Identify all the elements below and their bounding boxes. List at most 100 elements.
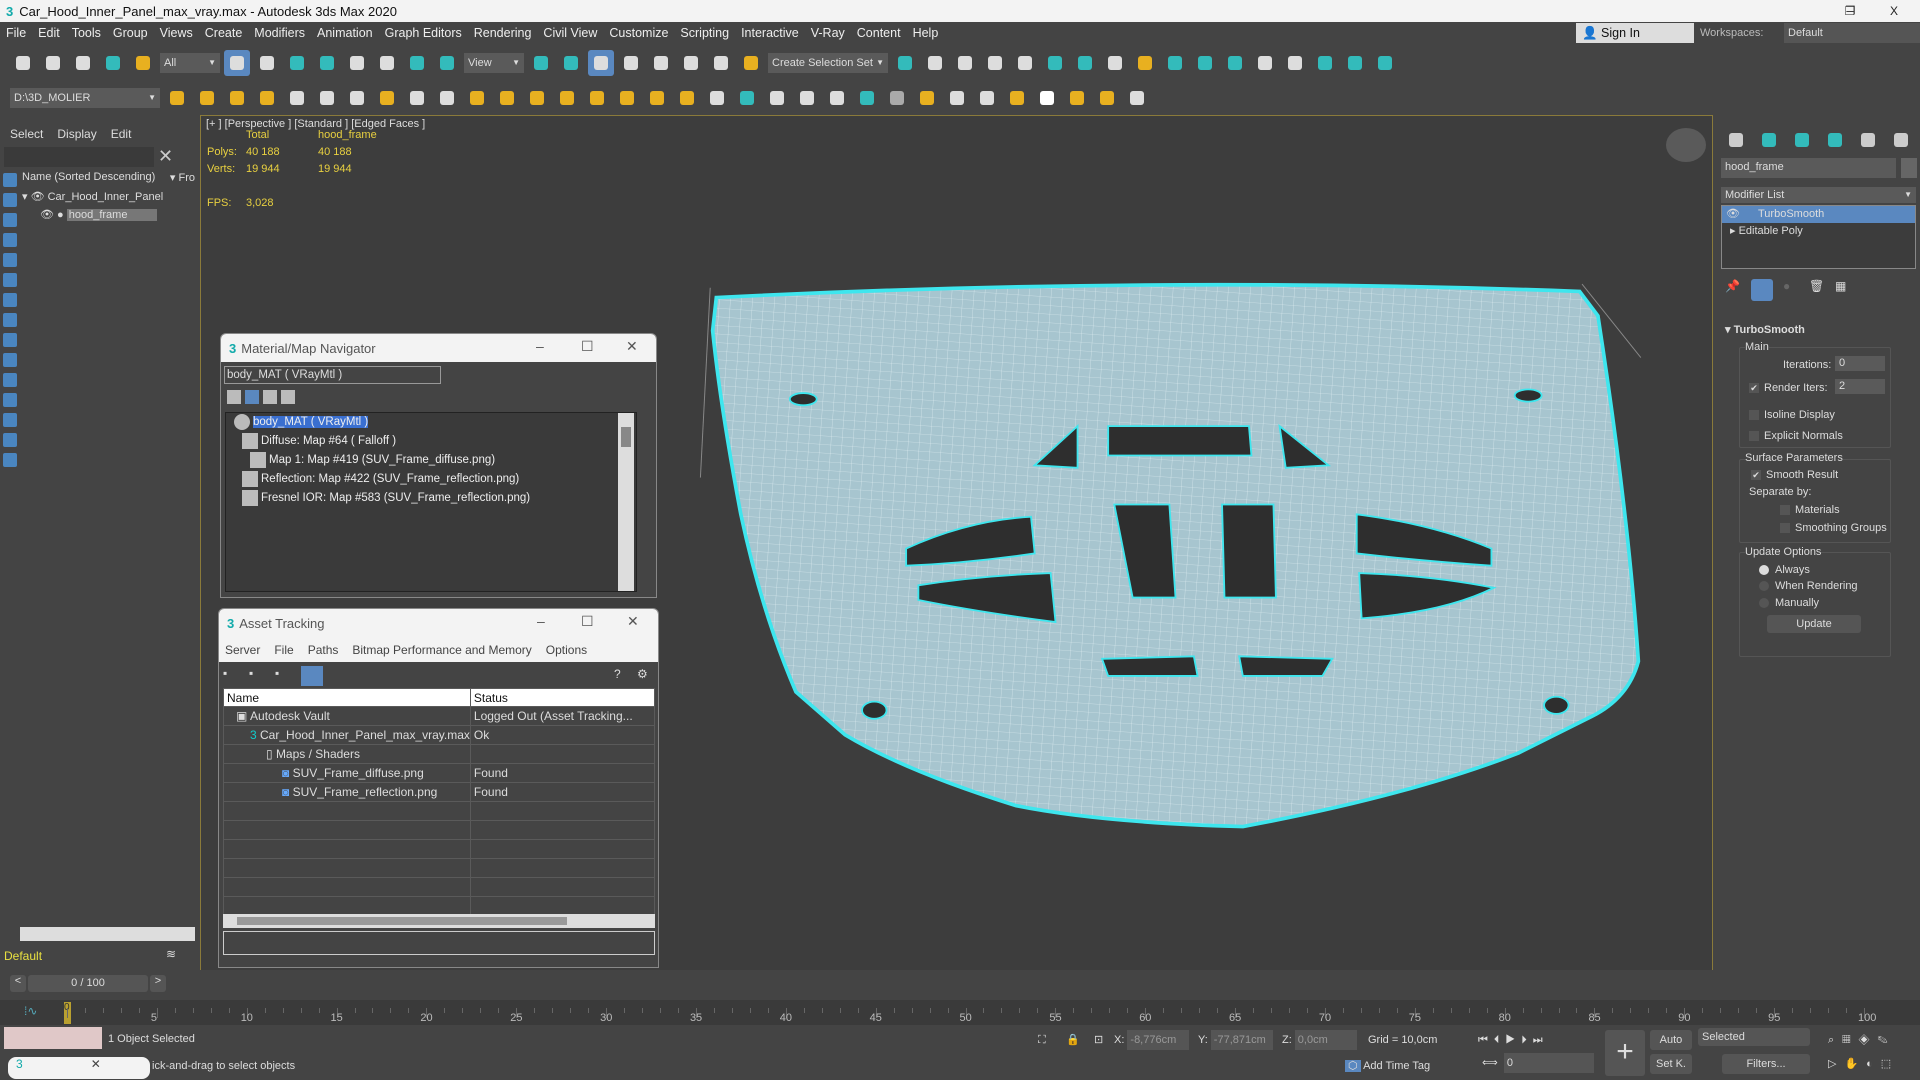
vray-lister-icon[interactable] [1372, 50, 1398, 76]
named-sets-icon[interactable] [738, 50, 764, 76]
vray-grass-icon[interactable] [824, 85, 850, 111]
percent-snap-icon[interactable] [678, 50, 704, 76]
auto-key-button[interactable]: Auto [1650, 1030, 1692, 1050]
sign-in-dropdown[interactable]: 👤 Sign In [1576, 23, 1694, 43]
table-view-icon[interactable] [301, 666, 323, 686]
rollout-turbosmooth[interactable]: ▾ TurboSmooth [1725, 323, 1805, 336]
display-none-icon[interactable] [3, 173, 17, 187]
menu-group[interactable]: Group [107, 26, 154, 40]
small-icons-icon[interactable] [263, 390, 277, 404]
script-icon[interactable] [254, 85, 280, 111]
stack-item-turbosmooth[interactable]: 👁 TurboSmooth [1722, 206, 1915, 223]
layer-explorer-icon[interactable] [952, 50, 978, 76]
add-time-tag-icon[interactable]: ⬡ [1345, 1060, 1361, 1072]
maximize-button[interactable]: ☐ [581, 613, 594, 630]
explicit-normals-checkbox[interactable]: Explicit Normals [1749, 430, 1843, 442]
vray-ipr-icon[interactable] [1312, 50, 1338, 76]
add-time-tag-label[interactable]: Add Time Tag [1363, 1060, 1430, 1072]
iterations-spinner[interactable]: 0 [1835, 356, 1885, 371]
minimize-button[interactable]: – [537, 613, 545, 629]
menu-modifiers[interactable]: Modifiers [248, 26, 311, 40]
menu-views[interactable]: Views [154, 26, 199, 40]
render-iters-spinner[interactable]: 2 [1835, 379, 1885, 394]
vray-multi-icon[interactable] [914, 85, 940, 111]
scene-item-hood-frame[interactable]: 👁 ● hood_frame [22, 207, 197, 223]
menu-animation[interactable]: Animation [311, 26, 379, 40]
display-xrefs-icon[interactable] [3, 333, 17, 347]
forest-icon[interactable] [1064, 85, 1090, 111]
maximize-button[interactable]: ☐ [581, 338, 594, 355]
utilities-tab-icon[interactable] [1888, 127, 1914, 153]
display-groups-icon[interactable] [3, 313, 17, 327]
show-end-result-icon[interactable] [1751, 279, 1773, 301]
filter-dropdown[interactable]: All [160, 52, 220, 73]
asset-tracking-titlebar[interactable]: 3 Asset Tracking – ☐ ✕ [219, 609, 658, 637]
move-icon[interactable] [344, 50, 370, 76]
scene-menu-display[interactable]: Display [57, 127, 96, 141]
column-name[interactable]: Name [223, 688, 471, 707]
menu-server[interactable]: Server [225, 643, 260, 657]
bind-spacewarp-icon[interactable] [130, 50, 156, 76]
current-frame-field[interactable]: 0 [1503, 1053, 1594, 1073]
modify-tab-icon[interactable] [1756, 127, 1782, 153]
workspace-dropdown[interactable]: Default [1784, 23, 1920, 43]
display-spacewarps-icon[interactable] [3, 293, 17, 307]
spinner-snap-icon[interactable] [708, 50, 734, 76]
materials-checkbox[interactable]: Materials [1780, 504, 1840, 516]
material-navigator-titlebar[interactable]: 3 Material/Map Navigator – ☐ ✕ [221, 334, 656, 362]
y-coordinate-field[interactable]: -77,871cm [1210, 1030, 1273, 1050]
manipulate-icon[interactable] [558, 50, 584, 76]
window-crossing-icon[interactable] [314, 50, 340, 76]
material-editor-icon[interactable] [1102, 50, 1128, 76]
menu-file[interactable]: File [0, 26, 32, 40]
menu-bitmap-performance[interactable]: Bitmap Performance and Memory [352, 643, 531, 657]
isoline-display-checkbox[interactable]: Isoline Display [1749, 409, 1835, 421]
key-filter-dropdown[interactable]: Selected [1698, 1028, 1810, 1046]
viewcube-icon[interactable] [1666, 128, 1706, 162]
menu-edit[interactable]: Edit [32, 26, 66, 40]
ribbon-icon[interactable] [982, 50, 1008, 76]
open-folder-icon[interactable] [194, 85, 220, 111]
vray-converter-icon[interactable] [1004, 85, 1030, 111]
set-key-big-button[interactable]: + [1605, 1030, 1645, 1076]
asset-path-field[interactable] [223, 931, 655, 955]
vray-decal-icon[interactable] [794, 85, 820, 111]
rotate-icon[interactable] [374, 50, 400, 76]
vray-scene-icon[interactable] [1342, 50, 1368, 76]
display-cameras-icon[interactable] [3, 253, 17, 267]
menu-file[interactable]: File [274, 643, 293, 657]
column-status[interactable]: Status [469, 688, 656, 707]
menu-vray[interactable]: V-Ray [805, 26, 851, 40]
absolute-mode-icon[interactable]: ⊡ [1094, 1030, 1103, 1050]
eye-icon[interactable]: 👁 [1726, 206, 1740, 223]
rect-region-icon[interactable] [284, 50, 310, 76]
column-header[interactable]: Name (Sorted Descending) ▾ Fro [22, 171, 197, 187]
tree-item-map1[interactable]: Map 1: Map #419 (SUV_Frame_diffuse.png) [250, 451, 495, 469]
select-object-icon[interactable] [224, 49, 250, 76]
vray-sky-icon[interactable] [674, 85, 700, 111]
tree-item-fresnel-ior[interactable]: Fresnel IOR: Map #583 (SUV_Frame_reflect… [242, 489, 530, 507]
menu-civil-view[interactable]: Civil View [537, 26, 603, 40]
sphere-icon[interactable] [314, 85, 340, 111]
tree-item-reflection[interactable]: Reflection: Map #422 (SUV_Frame_reflecti… [242, 470, 519, 488]
vray-volume-icon[interactable] [854, 85, 880, 111]
project-icon[interactable] [164, 85, 190, 111]
vray-light-dome-icon[interactable] [494, 85, 520, 111]
scene-search-input[interactable] [4, 147, 154, 167]
large-icons-icon[interactable] [281, 390, 295, 404]
placement-icon[interactable] [434, 50, 460, 76]
tree-view-icon[interactable] [245, 390, 259, 404]
table-row[interactable]: 3 Car_Hood_Inner_Panel_max_vray.max Ok [223, 725, 656, 745]
vray-light-plane-icon[interactable] [464, 85, 490, 111]
table-row[interactable]: ▯ Maps / Shaders [223, 744, 656, 764]
close-button[interactable]: ✕ [626, 338, 638, 355]
display-geometry-icon[interactable] [3, 193, 17, 207]
vray-fur-icon[interactable] [764, 85, 790, 111]
help-icon[interactable] [1124, 85, 1150, 111]
view-dropdown[interactable]: View [464, 52, 524, 73]
smoothing-groups-checkbox[interactable]: Smoothing Groups [1780, 522, 1887, 534]
refresh-icon[interactable]: ▪ [223, 666, 239, 684]
unlink-icon[interactable] [100, 50, 126, 76]
object-name-field[interactable]: hood_frame [1721, 158, 1896, 178]
close-button[interactable]: ✕ [627, 613, 639, 630]
